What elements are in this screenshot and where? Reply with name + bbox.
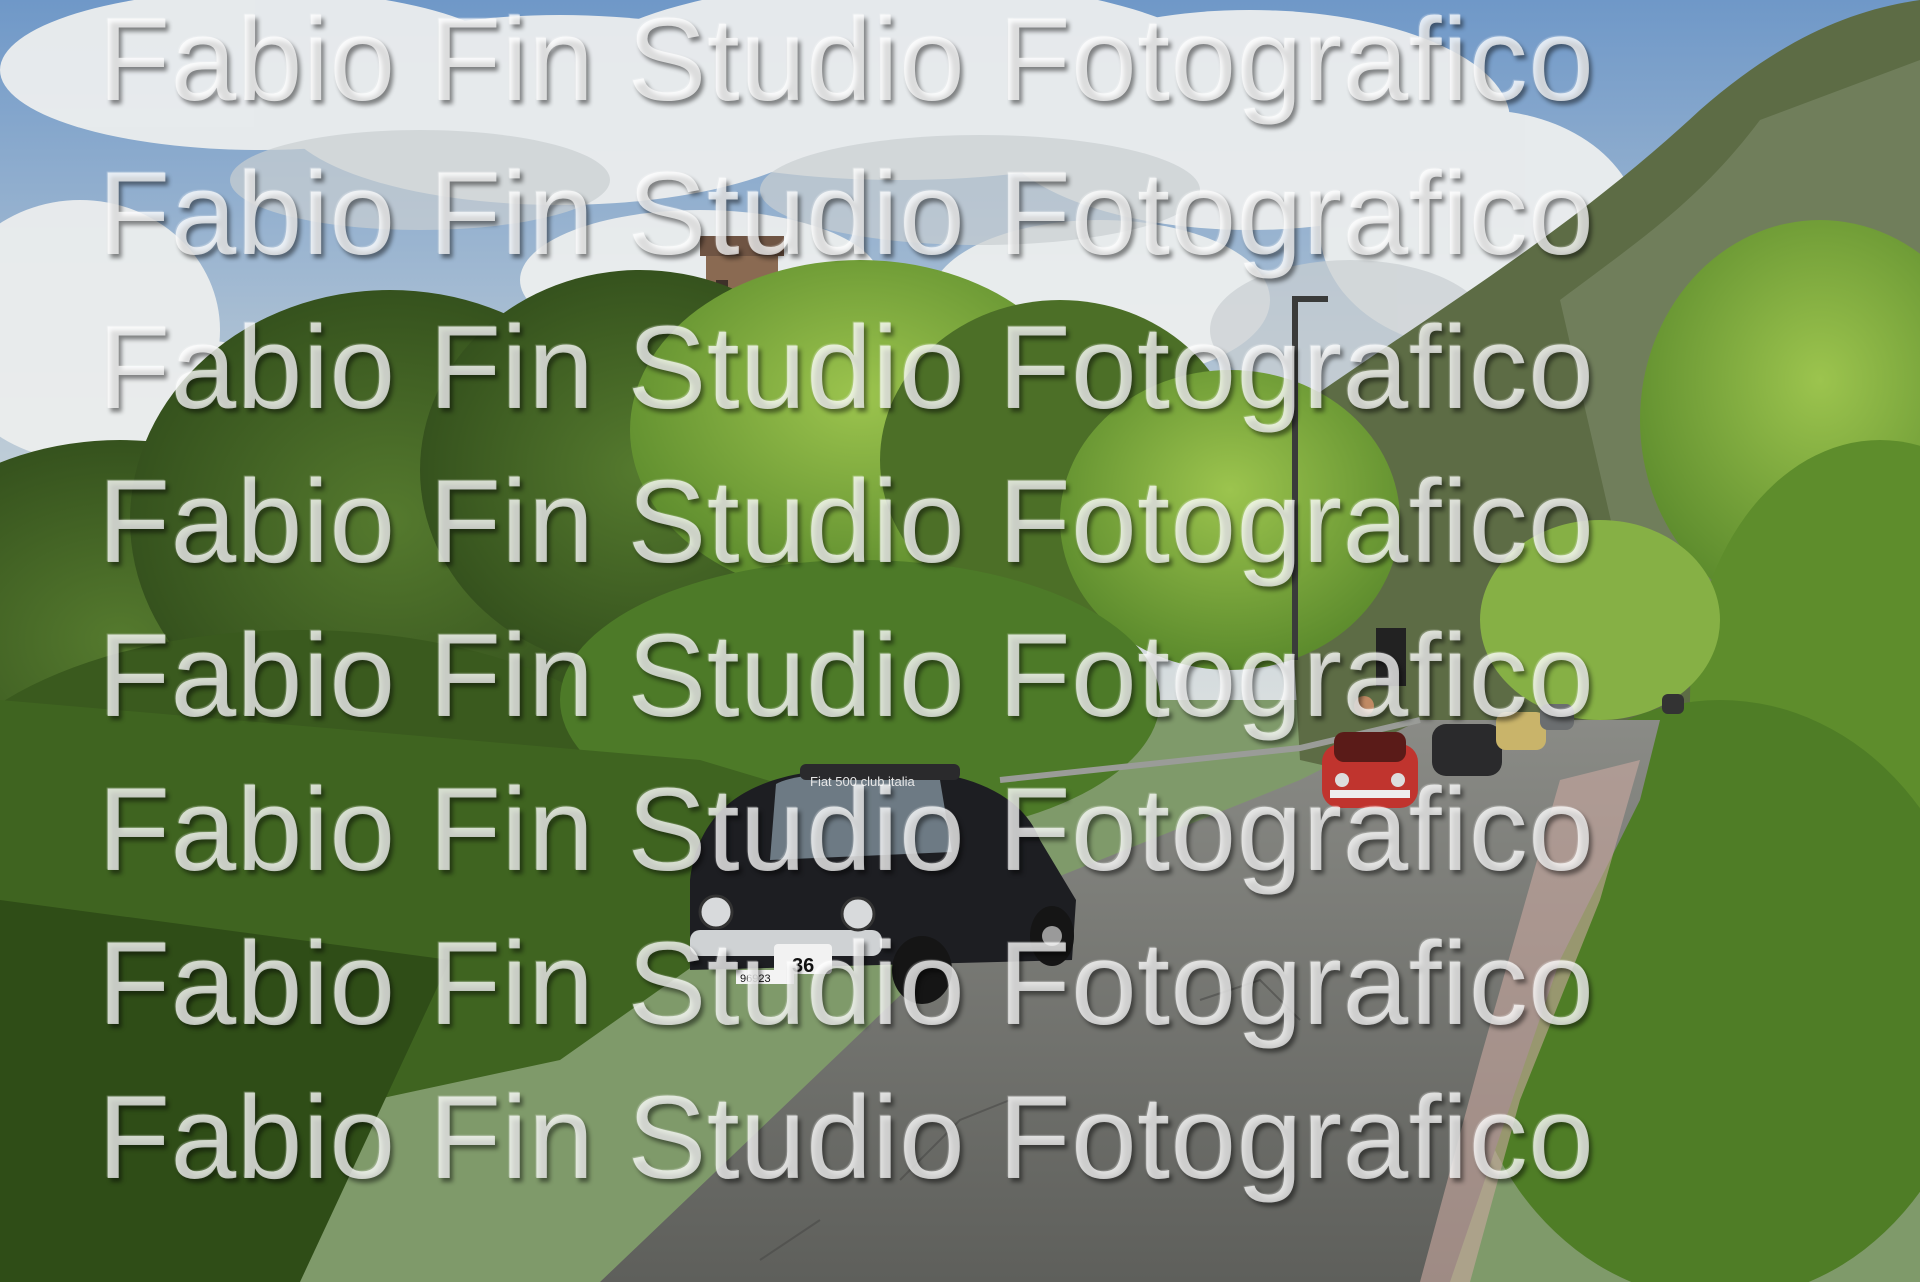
car-windshield-text: Fiat 500 club italia [810,774,916,789]
photo-scene: Fiat 500 club italia 36 96923 [0,0,1920,1282]
road-sign [1376,628,1406,686]
car-race-number: 36 [792,955,814,977]
car-plate: 96923 [740,973,771,985]
